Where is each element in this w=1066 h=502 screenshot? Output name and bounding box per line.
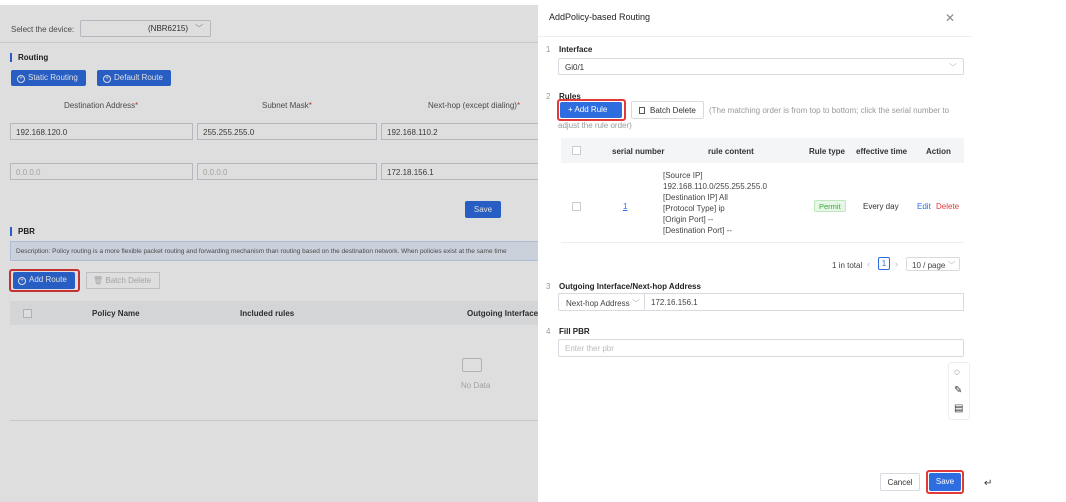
th-action: Action bbox=[926, 147, 951, 156]
rule-row-checkbox[interactable] bbox=[572, 202, 581, 211]
pagination-prev-icon[interactable]: ‹ bbox=[867, 259, 870, 269]
step-number-1: 1 bbox=[546, 45, 551, 54]
rule-edit-link[interactable]: Edit bbox=[917, 202, 931, 211]
add-rule-highlight bbox=[557, 99, 626, 121]
rule-serial-link[interactable]: 1 bbox=[623, 202, 627, 211]
step-title-fill-pbr: Fill PBR bbox=[559, 327, 590, 336]
rule-content-line: [Source IP] bbox=[663, 171, 703, 180]
rules-order-note-1: (The matching order is from top to botto… bbox=[709, 106, 950, 115]
rule-content-line: [Protocol Type] ip bbox=[663, 204, 725, 213]
pagination-page-1[interactable]: 1 bbox=[878, 257, 890, 270]
rule-content-line: [Origin Port] -- bbox=[663, 215, 714, 224]
next-hop-address-input[interactable]: 172.16.156.1 bbox=[645, 293, 964, 311]
rules-table-header: serial number rule content Rule type eff… bbox=[561, 138, 964, 163]
rule-content: [Source IP] 192.168.110.0/255.255.255.0 … bbox=[663, 170, 767, 236]
rules-order-note-2: adjust the rule order) bbox=[558, 121, 632, 130]
next-hop-type-select[interactable]: Next-hop Address ﹀ bbox=[558, 293, 645, 311]
step-title-interface: Interface bbox=[559, 45, 593, 54]
rule-content-line: [Destination Port] -- bbox=[663, 226, 732, 235]
save-highlight bbox=[926, 470, 964, 494]
rule-type-badge: Permit bbox=[814, 200, 846, 212]
floating-toolbar: ◌ ✎ ▤ bbox=[948, 362, 970, 420]
th-rule-content: rule content bbox=[708, 147, 754, 156]
rule-content-line: [Destination IP] All bbox=[663, 193, 728, 202]
close-icon[interactable]: ✕ bbox=[945, 11, 955, 25]
select-all-rules-checkbox[interactable] bbox=[572, 146, 581, 155]
chat-icon[interactable]: ◌ bbox=[954, 367, 960, 378]
chevron-down-icon: ﹀ bbox=[631, 299, 640, 308]
cancel-button[interactable]: Cancel bbox=[880, 473, 920, 491]
th-rule-type: Rule type bbox=[809, 147, 846, 156]
step-title-next-hop: Outgoing Interface/Next-hop Address bbox=[559, 282, 701, 291]
chevron-down-icon: ﹀ bbox=[947, 261, 956, 270]
table-row: 1 [Source IP] 192.168.110.0/255.255.255.… bbox=[561, 163, 964, 243]
page-size-value: 10 / page bbox=[912, 261, 946, 270]
return-icon: ↵ bbox=[984, 478, 993, 489]
clipboard-icon[interactable]: ▤ bbox=[954, 403, 963, 414]
trash-icon bbox=[639, 107, 645, 114]
rule-content-line: 192.168.110.0/255.255.255.0 bbox=[663, 182, 767, 191]
drawer-divider bbox=[538, 36, 972, 37]
interface-select[interactable]: Gi0/1 ﹀ bbox=[558, 58, 964, 75]
batch-delete-rules-button[interactable]: Batch Delete bbox=[631, 101, 704, 119]
feedback-icon[interactable]: ✎ bbox=[954, 385, 962, 396]
next-hop-type-value: Next-hop Address bbox=[566, 299, 630, 308]
th-effective-time: effective time bbox=[856, 147, 908, 156]
th-serial-number: serial number bbox=[612, 147, 665, 156]
rule-effective-time: Every day bbox=[863, 202, 899, 211]
drawer-title: AddPolicy-based Routing bbox=[549, 12, 651, 22]
rule-delete-link[interactable]: Delete bbox=[936, 202, 959, 211]
screen: Select the device: (NBR6215) ﹀ Routing +… bbox=[0, 0, 1066, 502]
page-size-select[interactable]: 10 / page ﹀ bbox=[906, 257, 960, 271]
pbr-input[interactable]: Enter ther pbr bbox=[558, 339, 964, 357]
step-number-3: 3 bbox=[546, 282, 551, 291]
pagination-next-icon[interactable]: › bbox=[895, 259, 898, 269]
batch-delete-rules-label: Batch Delete bbox=[650, 106, 696, 115]
interface-value: Gi0/1 bbox=[565, 63, 585, 72]
step-number-4: 4 bbox=[546, 327, 551, 336]
step-number-2: 2 bbox=[546, 92, 551, 101]
pagination-total: 1 in total bbox=[832, 261, 863, 270]
add-pbr-drawer: AddPolicy-based Routing ✕ 1 Interface Gi… bbox=[538, 0, 972, 502]
modal-overlay[interactable] bbox=[0, 5, 538, 502]
chevron-down-icon: ﹀ bbox=[949, 63, 957, 72]
